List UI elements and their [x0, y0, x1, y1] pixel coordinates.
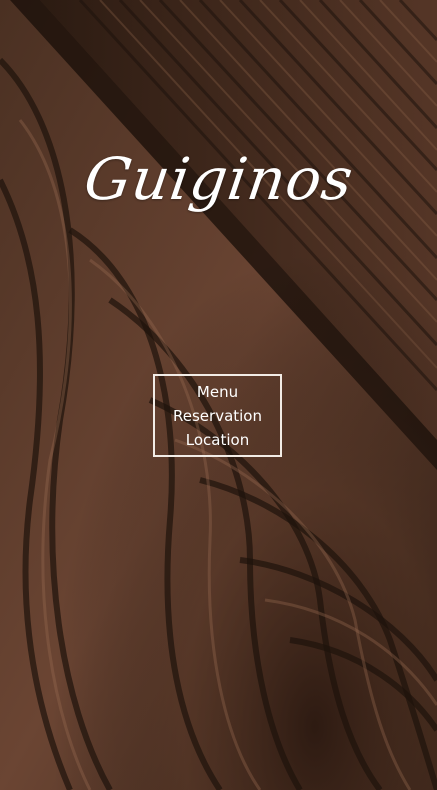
main-nav: Menu Reservation Location: [153, 374, 282, 457]
nav-link-menu[interactable]: Menu: [197, 380, 238, 404]
app-page: Guiginos Menu Reservation Location: [0, 0, 437, 790]
nav-link-location[interactable]: Location: [186, 428, 249, 452]
nav-link-reservation[interactable]: Reservation: [173, 404, 262, 428]
brand-name: Guiginos: [79, 145, 358, 213]
brand-logo: Guiginos: [0, 145, 437, 213]
